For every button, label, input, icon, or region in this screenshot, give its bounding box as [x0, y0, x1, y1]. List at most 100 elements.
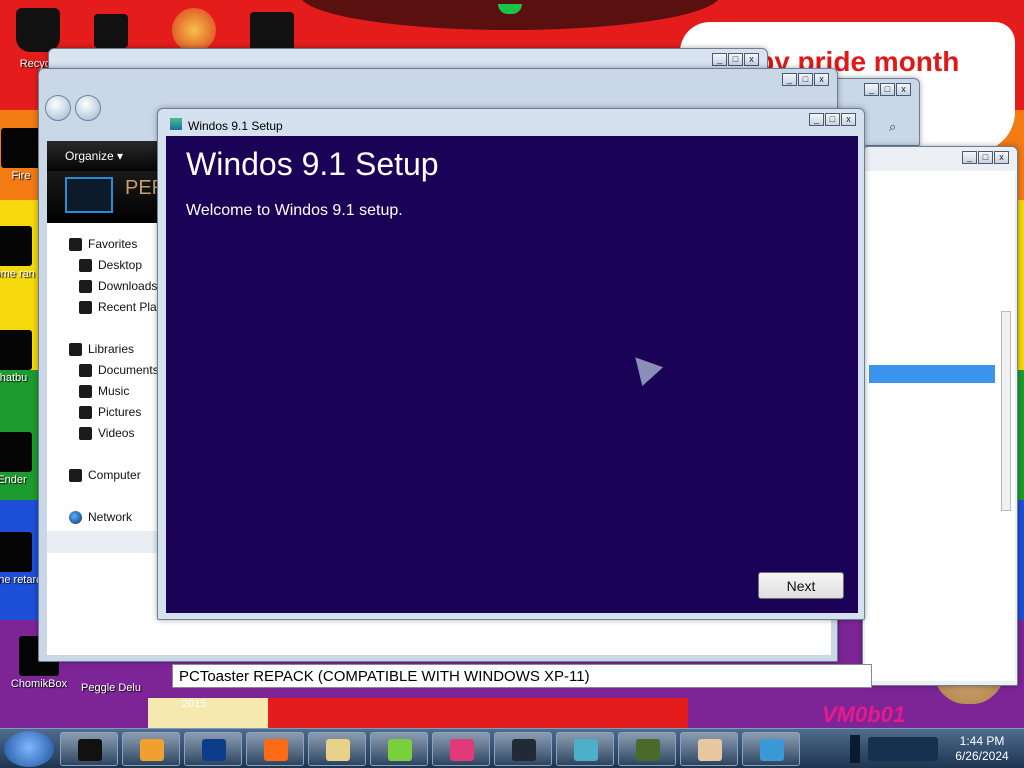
selected-row[interactable] [869, 365, 995, 383]
app-icon[interactable] [94, 14, 128, 48]
pctoaster-banner: PCToaster REPACK (COMPATIBLE WITH WINDOW… [172, 664, 872, 688]
nav-videos[interactable]: Videos [79, 426, 134, 440]
close-icon[interactable]: x [841, 113, 856, 126]
downloads-icon [79, 279, 92, 293]
taskbar-button[interactable] [494, 732, 552, 766]
setup-panel: Windos 9.1 Setup Welcome to Windos 9.1 s… [166, 136, 858, 613]
desktop-icon-none[interactable]: none retard [0, 532, 38, 586]
taskbar-button[interactable] [680, 732, 738, 766]
setup-heading: Windos 9.1 Setup [186, 146, 439, 182]
documents-icon [79, 363, 92, 377]
desktop-icon-label: some ran [0, 268, 35, 280]
nav-label: Videos [98, 426, 135, 440]
desktop-icon-thatbu[interactable]: thatbu [0, 330, 38, 384]
nav-buttons [45, 95, 101, 125]
monitor-icon [65, 177, 113, 213]
taskbar-button[interactable] [184, 732, 242, 766]
firefox-icon [264, 739, 288, 761]
forward-button[interactable] [75, 95, 101, 121]
date-text: 6/26/2024 [955, 749, 1009, 763]
nav-network[interactable]: Network [69, 510, 132, 524]
minimize-icon[interactable]: _ [782, 73, 797, 86]
close-icon[interactable]: x [744, 53, 759, 66]
pictures-icon [79, 405, 92, 419]
taskbar-button[interactable] [432, 732, 490, 766]
window-controls: _ □ x [864, 83, 911, 96]
folder-icon [326, 739, 350, 761]
user-icon [698, 739, 722, 761]
close-icon[interactable]: x [994, 151, 1009, 164]
computer-icon [69, 468, 82, 482]
taskbar-button[interactable] [308, 732, 366, 766]
maximize-icon[interactable]: □ [880, 83, 895, 96]
maximize-icon[interactable]: □ [825, 113, 840, 126]
nav-label: Recent Plac [98, 300, 163, 314]
fire-icon [1, 128, 41, 168]
taskbar-button[interactable] [122, 732, 180, 766]
close-icon[interactable]: x [896, 83, 911, 96]
window-title: Windos 9.1 Setup [188, 119, 283, 133]
nav-downloads[interactable]: Downloads [79, 279, 157, 293]
nav-computer[interactable]: Computer [69, 468, 141, 482]
nav-desktop[interactable]: Desktop [79, 258, 142, 272]
scrollbar[interactable] [1001, 311, 1011, 511]
start-button[interactable] [4, 731, 54, 767]
nav-favorites[interactable]: Favorites [69, 237, 137, 251]
vm-watermark: VM0b01 [822, 702, 906, 727]
search-icon[interactable]: ⌕ [889, 119, 896, 135]
nav-label: Network [88, 510, 133, 524]
top-decoration [300, 0, 720, 30]
maximize-icon[interactable]: □ [728, 53, 743, 66]
list-pane [865, 171, 1015, 681]
tray-icons[interactable] [868, 737, 938, 761]
nav-libraries[interactable]: Libraries [69, 342, 134, 356]
nav-label: Music [98, 384, 130, 398]
notes-icon[interactable] [250, 12, 294, 52]
nav-documents[interactable]: Documents [79, 363, 159, 377]
recycle-bin-icon[interactable] [16, 8, 60, 52]
taskbar-button[interactable] [246, 732, 304, 766]
nav-label: Documents [98, 363, 159, 377]
nav-pictures[interactable]: Pictures [79, 405, 141, 419]
nav-recent[interactable]: Recent Plac [79, 300, 163, 314]
taskbar: 1:44 PM 6/26/2024 [0, 728, 1024, 768]
desktop-icon-peggle[interactable]: Peggle Delu [76, 682, 146, 694]
network-icon [69, 510, 82, 524]
orange-app-icon[interactable] [172, 8, 216, 52]
media-player-icon [140, 739, 164, 761]
taskbar-button[interactable] [370, 732, 428, 766]
taskbar-button[interactable] [60, 732, 118, 766]
minimize-icon[interactable]: _ [864, 83, 879, 96]
background-list-window[interactable]: _ □ x [862, 146, 1018, 686]
black-monitor-icon [78, 739, 102, 761]
window-controls: _ □ x [782, 73, 829, 86]
taskbar-button[interactable] [618, 732, 676, 766]
minimize-icon[interactable]: _ [809, 113, 824, 126]
nav-music[interactable]: Music [79, 384, 129, 398]
close-icon[interactable]: x [814, 73, 829, 86]
taskbar-button[interactable] [556, 732, 614, 766]
maximize-icon[interactable]: □ [798, 73, 813, 86]
window-controls: _ □ x [712, 53, 759, 66]
minimize-icon[interactable]: _ [712, 53, 727, 66]
organize-button[interactable]: Organize ▾ [65, 149, 123, 163]
libraries-icon [69, 342, 82, 356]
desktop-icon-ender[interactable]: Ender [0, 432, 38, 486]
setup-app-icon [760, 739, 784, 761]
back-button[interactable] [45, 95, 71, 121]
year-text: 2015 [182, 698, 207, 710]
taskbar-button[interactable] [742, 732, 800, 766]
desktop-icon-label: Peggle Delu [81, 682, 141, 694]
clock[interactable]: 1:44 PM 6/26/2024 [944, 734, 1020, 764]
minimize-icon[interactable]: _ [962, 151, 977, 164]
desktop-icon-some[interactable]: some ran [0, 226, 38, 280]
maximize-icon[interactable]: □ [978, 151, 993, 164]
desktop-icon-label: ChomikBox [10, 678, 68, 690]
window-controls: _ □ x [962, 151, 1009, 164]
desktop-icon-label: Ender [0, 474, 27, 486]
setup-window[interactable]: Windos 9.1 Setup _ □ x Windos 9.1 Setup We… [157, 108, 865, 620]
background-art [148, 698, 268, 728]
show-hidden-icon[interactable] [850, 735, 860, 763]
recent-icon [79, 300, 92, 314]
next-button[interactable]: Next [758, 572, 844, 599]
